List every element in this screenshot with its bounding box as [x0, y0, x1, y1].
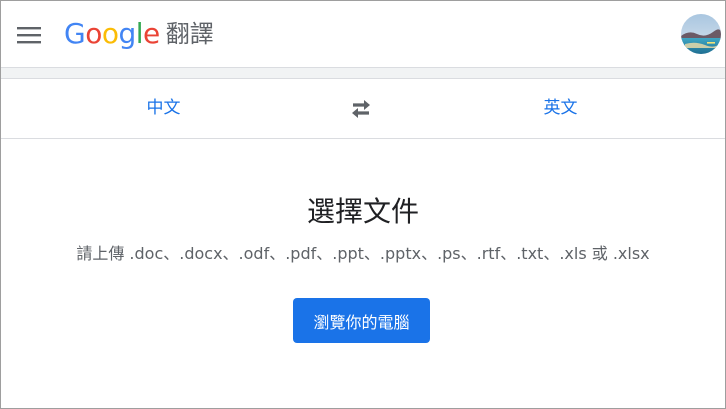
- main-menu-button[interactable]: [13, 19, 45, 51]
- logo-letter: e: [143, 17, 160, 50]
- swap-arrows-icon: [352, 100, 370, 118]
- logo-letter: l: [135, 17, 144, 50]
- product-name: 翻譯: [165, 20, 214, 48]
- logo-letter: g: [118, 17, 136, 50]
- swap-languages-button[interactable]: [345, 93, 377, 125]
- top-app-bar: Google 翻譯: [1, 1, 725, 68]
- language-bar: 中文 英文: [1, 79, 725, 139]
- logo-letter: G: [64, 17, 86, 50]
- avatar-photo: [681, 14, 721, 54]
- logo-letter: o: [85, 17, 102, 50]
- supported-formats-text: 請上傳 .doc、.docx、.odf、.pdf、.ppt、.pptx、.ps、…: [76, 244, 650, 263]
- google-translate-logo[interactable]: Google 翻譯: [64, 16, 214, 52]
- source-language-button[interactable]: 中文: [121, 79, 206, 138]
- hamburger-menu-icon: [17, 27, 41, 44]
- google-wordmark: Google: [64, 16, 160, 52]
- header-divider: [1, 68, 725, 79]
- page-title: 選擇文件: [306, 195, 419, 228]
- user-avatar[interactable]: [681, 14, 721, 54]
- logo-letter: o: [101, 17, 119, 50]
- browse-computer-button[interactable]: 瀏覽你的電腦: [293, 298, 430, 343]
- target-language-button[interactable]: 英文: [518, 79, 603, 138]
- app-window: Google 翻譯 中文 英文 選擇文件 請上傳 .doc、.docx、.odf…: [0, 0, 726, 409]
